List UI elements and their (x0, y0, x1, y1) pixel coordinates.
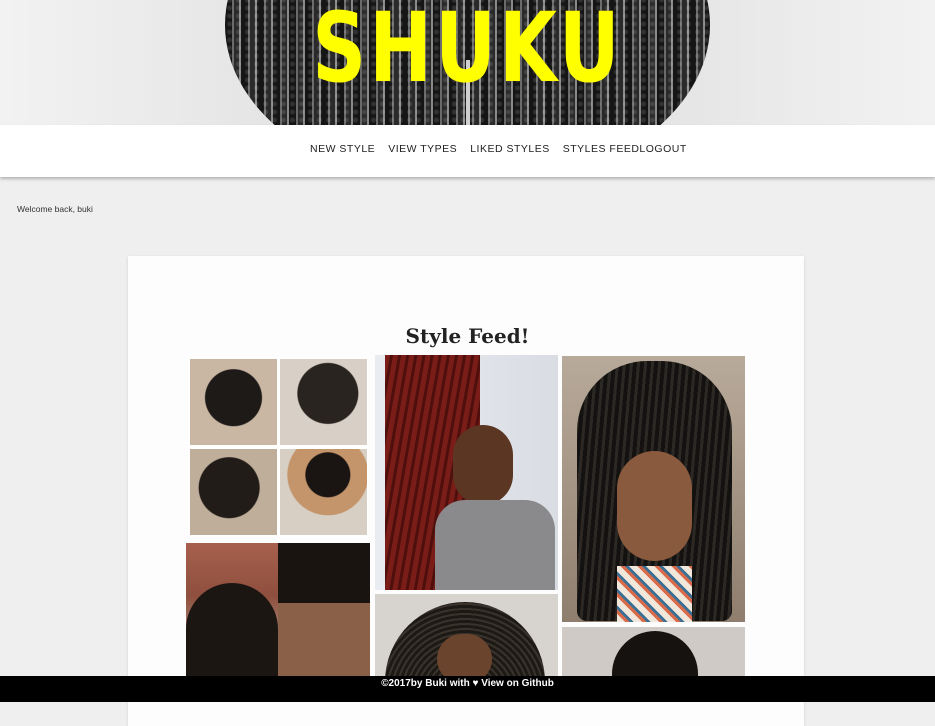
style-photo-crochet[interactable] (375, 594, 558, 676)
footer-bar: ©2017by Buki with ♥ View on Github (0, 676, 935, 702)
footer-copyright: ©2017by Buki with ♥ (381, 678, 479, 689)
welcome-message: Welcome back, buki (17, 204, 93, 214)
person-face (453, 425, 513, 505)
collage-photo (190, 449, 277, 535)
style-photo-red-braids[interactable] (375, 355, 558, 590)
nav-new-style[interactable]: NEW STYLE (310, 143, 375, 155)
collage-photo (190, 359, 277, 445)
person-face (617, 451, 692, 561)
feed-title: Style Feed! (405, 324, 530, 348)
site-logo[interactable]: SHUKU (103, 0, 832, 102)
header-banner: SHUKU (0, 0, 935, 125)
github-link[interactable]: View on Github (481, 678, 554, 689)
person-face (437, 634, 492, 676)
collage-photo (280, 359, 367, 445)
twists-head-left (186, 583, 278, 676)
style-photo-twists[interactable] (186, 543, 370, 676)
nav-view-types[interactable]: VIEW TYPES (388, 143, 457, 155)
collage-photo (280, 449, 367, 535)
style-photo-faux-locs[interactable] (562, 356, 745, 622)
nav-logout[interactable]: LOGOUT (639, 143, 686, 155)
style-photo-short-cut[interactable] (562, 627, 745, 676)
twists-head-right (278, 543, 370, 676)
style-photo-collage[interactable] (188, 357, 368, 537)
grey-top (435, 500, 555, 590)
floral-top (617, 566, 692, 622)
nav-liked-styles[interactable]: LIKED STYLES (470, 143, 550, 155)
navigation-bar: NEW STYLE VIEW TYPES LIKED STYLES STYLES… (0, 125, 935, 177)
short-hair (612, 631, 698, 676)
nav-styles-feed[interactable]: STYLES FEED (563, 143, 640, 155)
